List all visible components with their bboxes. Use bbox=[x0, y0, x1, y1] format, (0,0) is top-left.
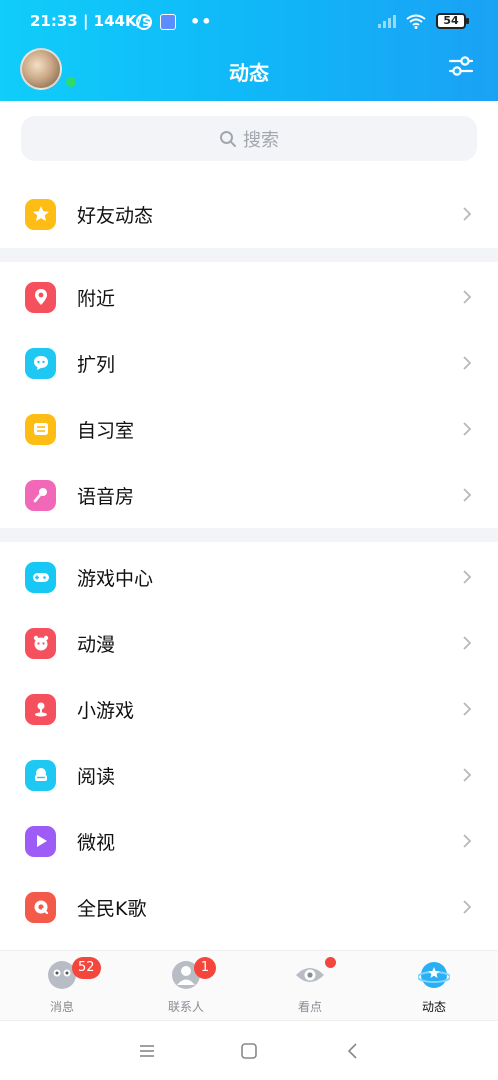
chevron-right-icon bbox=[463, 570, 472, 584]
menu-item-label: 动漫 bbox=[77, 633, 116, 656]
chevron-right-icon bbox=[463, 207, 472, 221]
chevron-right-icon bbox=[463, 290, 472, 304]
menu-item-label: 微视 bbox=[77, 831, 116, 854]
home-icon[interactable] bbox=[239, 1041, 259, 1061]
menu-item-study-room[interactable]: 自习室 bbox=[0, 396, 498, 462]
chevron-right-icon bbox=[463, 768, 472, 782]
filter-settings-icon[interactable] bbox=[448, 53, 474, 79]
menu-item-reading[interactable]: 阅读 bbox=[0, 742, 498, 808]
menu-item-friends-feed[interactable]: 好友动态 bbox=[0, 181, 498, 247]
chevron-right-icon bbox=[463, 834, 472, 848]
menu-item-label: 全民K歌 bbox=[77, 897, 147, 920]
planet-star-icon bbox=[418, 962, 450, 988]
menu-item-label: 附近 bbox=[77, 287, 116, 310]
menu-item-label: 语音房 bbox=[77, 485, 135, 508]
menu-item-label: 阅读 bbox=[77, 765, 116, 788]
menu-item-anime[interactable]: 动漫 bbox=[0, 610, 498, 676]
more-notifications-icon: •• bbox=[190, 12, 213, 31]
joystick-icon bbox=[25, 693, 56, 725]
anime-face-icon bbox=[25, 627, 56, 659]
app-notification-icon bbox=[160, 13, 176, 30]
menu-item-label: 扩列 bbox=[77, 353, 116, 376]
tab-moments[interactable]: 动态 bbox=[372, 951, 496, 1021]
tab-messages[interactable]: 52 消息 bbox=[0, 951, 124, 1021]
search-bar[interactable]: 搜索 bbox=[21, 116, 477, 161]
message-count-badge: 52 bbox=[72, 957, 101, 979]
menu-item-game-center[interactable]: 游戏中心 bbox=[0, 544, 498, 610]
search-icon bbox=[220, 130, 236, 147]
tab-label: 消息 bbox=[49, 1000, 74, 1014]
menu-item-karaoke[interactable]: 全民K歌 bbox=[0, 874, 498, 940]
eye-icon bbox=[296, 968, 324, 982]
menu-item-nearby[interactable]: 附近 bbox=[0, 264, 498, 330]
status-left-icons: •• bbox=[136, 12, 212, 31]
menu-item-label: 好友动态 bbox=[77, 204, 154, 227]
karaoke-icon bbox=[25, 891, 56, 923]
chevron-right-icon bbox=[463, 488, 472, 502]
star-icon bbox=[25, 198, 56, 230]
menu-item-label: 小游戏 bbox=[77, 699, 135, 722]
chevron-right-icon bbox=[463, 900, 472, 914]
signal-icon bbox=[378, 14, 396, 28]
chevron-right-icon bbox=[463, 702, 472, 716]
location-pin-icon bbox=[25, 281, 56, 313]
chevron-right-icon bbox=[463, 636, 472, 650]
tab-label: 联系人 bbox=[167, 1000, 204, 1014]
chat-add-icon bbox=[25, 347, 56, 379]
status-time-speed: 21:33 | 144K/s bbox=[30, 12, 152, 30]
status-bar: 21:33 | 144K/s •• 54 bbox=[0, 0, 498, 44]
menu-icon[interactable] bbox=[137, 1041, 157, 1061]
menu-item-label: 自习室 bbox=[77, 419, 135, 442]
wifi-icon bbox=[406, 14, 426, 29]
tab-contacts[interactable]: 1 联系人 bbox=[124, 951, 248, 1021]
chevron-right-icon bbox=[463, 422, 472, 436]
menu-item-voice-room[interactable]: 语音房 bbox=[0, 462, 498, 528]
menu-item-expand-list[interactable]: 扩列 bbox=[0, 330, 498, 396]
play-icon bbox=[25, 825, 56, 857]
microphone-icon bbox=[25, 479, 56, 511]
contacts-count-badge: 1 bbox=[194, 957, 216, 979]
menu-item-weishi[interactable]: 微视 bbox=[0, 808, 498, 874]
tab-label: 看点 bbox=[297, 1000, 322, 1014]
system-nav-bar bbox=[0, 1020, 498, 1080]
kandian-notification-dot bbox=[325, 957, 336, 968]
gamepad-icon bbox=[25, 561, 56, 593]
book-icon bbox=[25, 413, 56, 445]
bottom-tab-bar: 52 消息 1 联系人 看点 动态 bbox=[0, 950, 498, 1020]
menu-item-label: 游戏中心 bbox=[77, 567, 154, 590]
battery-icon: 54 bbox=[436, 13, 469, 29]
menu-item-mini-games[interactable]: 小游戏 bbox=[0, 676, 498, 742]
header: 21:33 | 144K/s •• 54 动态 bbox=[0, 0, 498, 101]
page-title: 动态 bbox=[229, 61, 269, 85]
search-placeholder: 搜索 bbox=[243, 129, 279, 151]
back-icon[interactable] bbox=[343, 1041, 363, 1061]
reading-icon bbox=[25, 759, 56, 791]
section-divider bbox=[0, 248, 498, 262]
tab-kandian[interactable]: 看点 bbox=[248, 951, 372, 1021]
alarm-icon bbox=[136, 13, 152, 30]
section-divider bbox=[0, 528, 498, 542]
status-right-icons: 54 bbox=[378, 13, 469, 29]
chevron-right-icon bbox=[463, 356, 472, 370]
tab-label: 动态 bbox=[421, 1000, 446, 1014]
